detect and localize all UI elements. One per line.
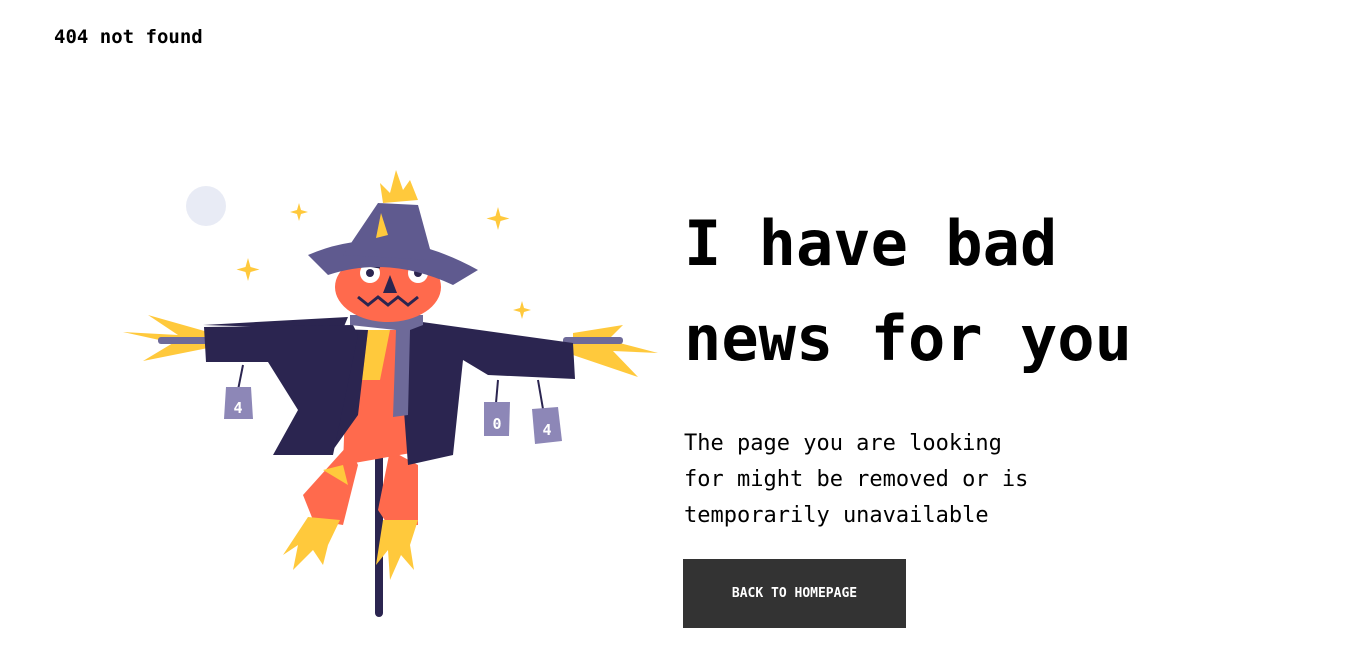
headline: I have bad news for you xyxy=(684,196,1284,386)
right-hand-straw xyxy=(573,325,658,377)
headline-line-2: news for you xyxy=(684,302,1132,375)
headline-line-1: I have bad xyxy=(684,207,1058,280)
scarecrow-illustration: 4 0 4 xyxy=(123,170,658,617)
hat-straw xyxy=(380,170,418,203)
back-to-homepage-button[interactable]: BACK TO HOMEPAGE xyxy=(683,559,906,628)
description-line-2: for might be removed or is xyxy=(684,467,1029,492)
error-message-section: I have bad news for you The page you are… xyxy=(684,196,1284,534)
left-foot-straw xyxy=(283,517,340,570)
can-middle-label: 0 xyxy=(492,415,501,433)
moon-shape xyxy=(186,186,226,226)
can-right-label: 4 xyxy=(542,421,551,439)
page: 404 not found 4 0 4 I have bad news for … xyxy=(0,0,1366,663)
can-left: 4 xyxy=(224,364,253,419)
can-left-label: 4 xyxy=(233,399,242,417)
description-line-3: temporarily unavailable xyxy=(684,503,989,528)
description-text: The page you are looking for might be re… xyxy=(684,426,1084,534)
can-middle: 0 xyxy=(484,379,510,436)
can-right: 4 xyxy=(532,379,562,444)
page-title: 404 not found xyxy=(54,26,203,48)
description-line-1: The page you are looking xyxy=(684,431,1002,456)
